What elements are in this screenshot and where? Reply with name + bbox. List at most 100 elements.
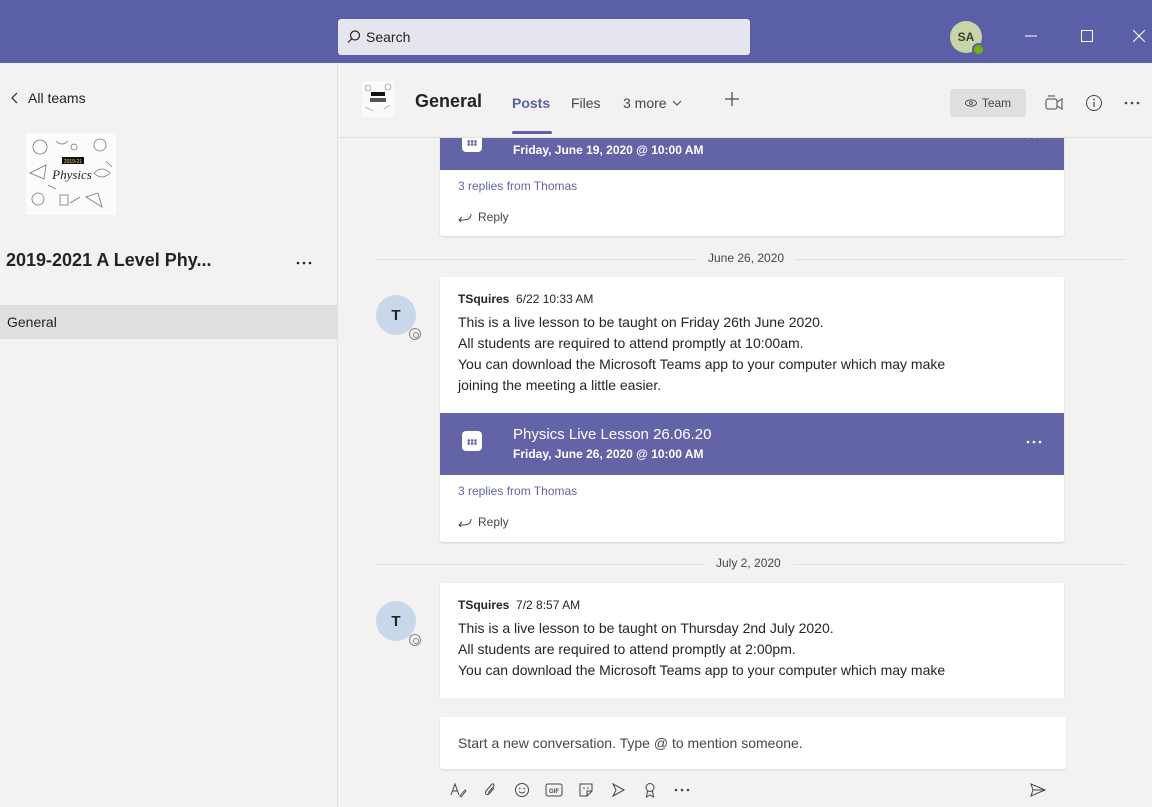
gif-button[interactable]: GIF: [540, 776, 568, 804]
sticker-icon: [579, 783, 593, 797]
calendar-icon: [462, 138, 482, 152]
user-avatar[interactable]: SA: [950, 21, 985, 56]
presence-offline-icon: [409, 328, 421, 340]
search-icon: [347, 30, 361, 43]
message-time: 6/22 10:33 AM: [516, 292, 594, 306]
sticker-button[interactable]: [572, 776, 600, 804]
channel-more-button[interactable]: [1118, 89, 1146, 117]
more-options-icon: [1027, 138, 1041, 139]
praise-button[interactable]: [636, 776, 664, 804]
team-name: 2019-2021 A Level Phy...: [6, 250, 212, 270]
meeting-card[interactable]: Friday, June 19, 2020 @ 10:00 AM: [440, 138, 1064, 170]
team-visibility-button[interactable]: Team: [950, 89, 1026, 117]
reply-button[interactable]: Reply: [458, 210, 509, 224]
author-name[interactable]: TSquires: [458, 292, 509, 306]
message-line: You can download the Microsoft Teams app…: [458, 356, 946, 372]
search-input[interactable]: Search: [338, 19, 750, 55]
message-line: You can download the Microsoft Teams app…: [458, 662, 946, 678]
channel-team-logo: [362, 81, 394, 117]
meeting-date: Friday, June 19, 2020 @ 10:00 AM: [513, 143, 704, 157]
reply-arrow-icon: [458, 213, 472, 222]
maximize-button[interactable]: [1072, 21, 1102, 51]
user-initials: SA: [957, 30, 975, 44]
message-time: 7/2 8:57 AM: [516, 598, 581, 612]
video-camera-icon: [1045, 95, 1063, 110]
replies-link[interactable]: 3 replies from Thomas: [458, 484, 577, 498]
message-card: Friday, June 19, 2020 @ 10:00 AM 3 repli…: [440, 138, 1064, 236]
send-button[interactable]: [1024, 776, 1052, 804]
message-line: This is a live lesson to be taught on Fr…: [458, 314, 824, 330]
reply-button[interactable]: Reply: [458, 515, 509, 529]
message-line: joining the meeting a little easier.: [458, 377, 662, 393]
all-teams-label: All teams: [28, 90, 86, 106]
replies-link[interactable]: 3 replies from Thomas: [458, 179, 577, 193]
more-apps-button[interactable]: [668, 776, 696, 804]
meeting-card[interactable]: Physics Live Lesson 26.06.20 Friday, Jun…: [440, 413, 1064, 475]
new-conversation-input[interactable]: Start a new conversation. Type @ to ment…: [440, 717, 1066, 769]
more-options-icon: [1026, 440, 1042, 444]
format-icon: [450, 782, 467, 798]
channel-header: General Posts Files 3 more Team: [338, 63, 1152, 138]
title-bar: Search SA: [0, 0, 1152, 63]
chevron-down-icon: [672, 100, 681, 106]
active-tab-indicator: [512, 131, 552, 134]
day-divider-label: June 26, 2020: [696, 251, 797, 265]
message-body: This is a live lesson to be taught on Th…: [458, 618, 1058, 681]
message-card: TSquires 6/22 10:33 AM This is a live le…: [440, 277, 1064, 542]
search-placeholder: Search: [366, 29, 411, 45]
team-button-label: Team: [981, 96, 1012, 110]
message-list: Friday, June 19, 2020 @ 10:00 AM 3 repli…: [338, 138, 1152, 698]
team-more-options-button[interactable]: [296, 249, 312, 270]
more-options-icon: [1124, 101, 1140, 105]
message-card: TSquires 7/2 8:57 AM This is a live less…: [440, 583, 1064, 698]
team-logo: 2019-21 Physics: [26, 133, 116, 215]
emoji-icon: [515, 783, 529, 797]
close-icon: [1133, 30, 1145, 42]
author-avatar[interactable]: T: [376, 295, 421, 340]
compose-toolbar: GIF: [440, 776, 1066, 804]
meeting-more-button[interactable]: [1026, 138, 1042, 144]
stream-icon: [611, 782, 626, 798]
paperclip-icon: [484, 783, 495, 796]
meet-now-compose-button[interactable]: [604, 776, 632, 804]
channel-title: General: [415, 91, 483, 111]
message-line: All students are required to attend prom…: [458, 335, 804, 351]
meet-now-button[interactable]: [1040, 89, 1068, 117]
all-teams-link[interactable]: All teams: [10, 90, 86, 106]
author-avatar[interactable]: T: [376, 601, 421, 646]
gif-icon: GIF: [545, 783, 563, 797]
day-divider-label: July 2, 2020: [704, 556, 793, 570]
eye-icon: [964, 99, 977, 107]
praise-icon: [645, 783, 655, 798]
tab-posts[interactable]: Posts: [512, 95, 550, 111]
channel-item-general[interactable]: General: [0, 305, 338, 339]
close-button[interactable]: [1124, 21, 1152, 51]
chevron-left-icon: [11, 92, 18, 104]
attach-button[interactable]: [476, 776, 504, 804]
meeting-more-button[interactable]: [1026, 431, 1042, 449]
channel-info-button[interactable]: [1080, 89, 1108, 117]
author-name[interactable]: TSquires: [458, 598, 509, 612]
calendar-icon: [462, 431, 482, 451]
message-line: All students are required to attend prom…: [458, 641, 796, 657]
send-icon: [1030, 783, 1047, 797]
format-button[interactable]: [444, 776, 472, 804]
tab-more[interactable]: 3 more: [623, 95, 682, 111]
reply-label: Reply: [478, 210, 509, 224]
message-meta: TSquires 6/22 10:33 AM: [458, 292, 593, 306]
emoji-button[interactable]: [508, 776, 536, 804]
message-meta: TSquires 7/2 8:57 AM: [458, 598, 580, 612]
add-tab-button[interactable]: [724, 91, 740, 110]
minimize-icon: [1025, 35, 1037, 37]
team-logo-year: 2019-21: [64, 159, 83, 165]
more-options-icon: [674, 788, 690, 792]
message-line: This is a live lesson to be taught on Th…: [458, 620, 834, 636]
channel-label: General: [7, 314, 57, 330]
tab-files[interactable]: Files: [571, 95, 601, 111]
tab-more-label: 3 more: [623, 95, 667, 111]
presence-offline-icon: [409, 634, 421, 646]
presence-available-icon: [972, 43, 985, 56]
minimize-button[interactable]: [1016, 21, 1046, 51]
svg-text:GIF: GIF: [549, 789, 559, 795]
info-icon: [1086, 95, 1102, 111]
